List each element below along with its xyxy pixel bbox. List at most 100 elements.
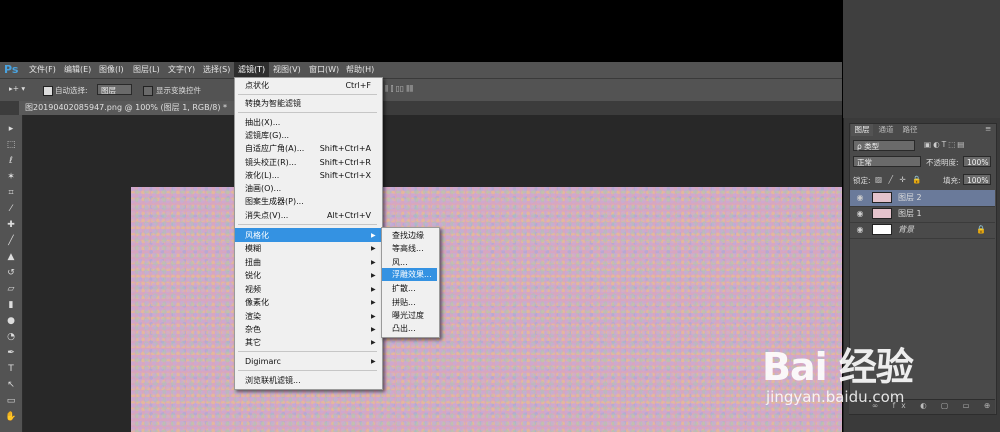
blur-tool-icon[interactable]: ●	[3, 314, 19, 328]
submenu-arrow-icon: ▶	[371, 245, 376, 252]
menu-separator	[238, 351, 377, 352]
stylize-tiles[interactable]: 拼贴...	[392, 296, 416, 309]
stylize-find-edges[interactable]: 查找边缘	[392, 229, 424, 242]
menu-help[interactable]: 帮助(H)	[346, 62, 374, 78]
visibility-eye-icon[interactable]: ◉	[855, 206, 865, 222]
stamp-tool-icon[interactable]: ▲	[3, 250, 19, 264]
document-tab[interactable]: 图20190402085947.png @ 100% (图层 1, RGB/8)…	[19, 101, 237, 115]
layer-row-1[interactable]: ◉ 图层 1	[850, 206, 995, 223]
dodge-tool-icon[interactable]: ◔	[3, 330, 19, 344]
filter-item-oil-paint[interactable]: 油画(O)...	[245, 182, 281, 195]
stylize-emboss[interactable]: 浮雕效果...	[392, 268, 432, 281]
filter-item-extract[interactable]: 抽出(X)...	[245, 116, 280, 129]
filter-item-pixelate[interactable]: 像素化	[245, 296, 269, 309]
marquee-tool-icon[interactable]: ⬚	[3, 138, 19, 152]
filter-item-distort[interactable]: 扭曲	[245, 256, 261, 269]
filter-item-lens-correction[interactable]: 镜头校正(R)...	[245, 156, 296, 169]
submenu-arrow-icon: ▶	[371, 358, 376, 365]
visibility-eye-icon[interactable]: ◉	[855, 190, 865, 206]
panel-menu-icon[interactable]: ≡	[985, 124, 991, 133]
filter-item-last-filter[interactable]: 点状化	[245, 79, 269, 92]
shortcut: Ctrl+F	[345, 81, 371, 90]
show-transform-checkbox[interactable]	[143, 86, 153, 96]
filter-item-gallery[interactable]: 滤镜库(G)...	[245, 129, 289, 142]
tab-channels[interactable]: 通道	[875, 124, 897, 136]
auto-select-label: 自动选择:	[55, 86, 88, 95]
path-select-icon[interactable]: ↖	[3, 378, 19, 392]
menu-type[interactable]: 文字(Y)	[168, 62, 195, 78]
fill-field[interactable]: 100%	[963, 174, 991, 185]
opacity-field[interactable]: 100%	[963, 156, 991, 167]
lock-label: 锁定:	[853, 176, 871, 185]
menu-file[interactable]: 文件(F)	[29, 62, 56, 78]
right-panel-top	[843, 0, 1000, 118]
auto-select-dropdown[interactable]: 图层	[97, 84, 132, 95]
stylize-diffuse[interactable]: 扩散...	[392, 282, 416, 295]
crop-tool-icon[interactable]: ⌗	[3, 186, 19, 200]
baidu-watermark: Bai 经验	[762, 345, 914, 389]
layer-filter-icons[interactable]: ▣◐T⬚▤	[924, 140, 966, 149]
magic-wand-icon[interactable]: ✶	[3, 170, 19, 184]
filter-item-liquify[interactable]: 液化(L)...	[245, 169, 279, 182]
brush-tool-icon[interactable]: ╱	[3, 234, 19, 248]
type-tool-icon[interactable]: T	[3, 362, 19, 376]
move-tool-icon[interactable]: ▸+ ▾	[9, 84, 25, 93]
menu-layer[interactable]: 图层(L)	[133, 62, 160, 78]
submenu-arrow-icon: ▶	[371, 326, 376, 333]
filter-item-smart-filter[interactable]: 转换为智能滤镜	[245, 97, 301, 110]
layer-thumbnail	[872, 208, 892, 219]
align-icons[interactable]: ⫼ ⫿ ▯▯ ⫼⫼	[385, 84, 413, 94]
tab-layers[interactable]: 图层	[851, 124, 873, 136]
eyedropper-icon[interactable]: ⁄	[3, 202, 19, 216]
layer-name: 背景	[898, 225, 914, 234]
layer-filter-dropdown[interactable]: ρ 类型	[853, 140, 915, 151]
blend-mode-dropdown[interactable]: 正常	[853, 156, 921, 167]
filter-item-browse-online[interactable]: 浏览联机滤镜...	[245, 374, 301, 387]
stylize-extrude[interactable]: 凸出...	[392, 322, 416, 335]
tab-paths[interactable]: 路径	[899, 124, 921, 136]
eraser-tool-icon[interactable]: ▱	[3, 282, 19, 296]
gradient-tool-icon[interactable]: ▮	[3, 298, 19, 312]
filter-item-render[interactable]: 渲染	[245, 310, 261, 323]
layer-row-2[interactable]: ◉ 图层 2	[850, 190, 995, 207]
move-tool-icon[interactable]: ▸	[3, 122, 19, 136]
hand-tool-icon[interactable]: ✋	[3, 410, 19, 424]
menu-separator	[238, 370, 377, 371]
stylize-solarize[interactable]: 曝光过度	[392, 309, 424, 322]
filter-item-stylize[interactable]: 风格化	[245, 229, 269, 242]
visibility-eye-icon[interactable]: ◉	[855, 222, 865, 238]
menu-filter[interactable]: 滤镜(T)	[234, 62, 270, 78]
menu-view[interactable]: 视图(V)	[273, 62, 301, 78]
menu-edit[interactable]: 编辑(E)	[64, 62, 91, 78]
history-brush-icon[interactable]: ↺	[3, 266, 19, 280]
filter-item-pattern-maker[interactable]: 图案生成器(P)...	[245, 195, 304, 208]
filter-item-noise[interactable]: 杂色	[245, 323, 261, 336]
lasso-tool-icon[interactable]: ℓ	[3, 154, 19, 168]
pen-tool-icon[interactable]: ✒	[3, 346, 19, 360]
healing-brush-icon[interactable]: ✚	[3, 218, 19, 232]
stylize-contour[interactable]: 等高线...	[392, 242, 424, 255]
filter-item-other[interactable]: 其它	[245, 336, 261, 349]
auto-select-checkbox[interactable]	[43, 86, 53, 96]
opacity-label: 不透明度:	[926, 158, 959, 167]
menu-separator	[238, 112, 377, 113]
menu-separator	[238, 224, 377, 225]
filter-item-vanishing-point[interactable]: 消失点(V)...	[245, 209, 288, 222]
filter-item-blur[interactable]: 模糊	[245, 242, 261, 255]
lock-icon: 🔒	[976, 225, 986, 234]
layer-thumbnail	[872, 192, 892, 203]
filter-item-video[interactable]: 视频	[245, 283, 261, 296]
layer-name: 图层 2	[898, 193, 922, 202]
submenu-arrow-icon: ▶	[371, 272, 376, 279]
filter-item-sharpen[interactable]: 锐化	[245, 269, 261, 282]
filter-item-digimarc[interactable]: Digimarc	[245, 355, 281, 368]
watermark-url: jingyan.baidu.com	[766, 388, 905, 406]
menu-image[interactable]: 图像(I)	[99, 62, 124, 78]
layer-row-background[interactable]: ◉ 背景 🔒	[850, 222, 995, 239]
menu-select[interactable]: 选择(S)	[203, 62, 230, 78]
shortcut: Shift+Ctrl+A	[319, 144, 371, 153]
filter-item-adaptive-wide-angle[interactable]: 自适应广角(A)...	[245, 142, 304, 155]
shape-tool-icon[interactable]: ▭	[3, 394, 19, 408]
lock-icons[interactable]: ▨ ╱ ✛ 🔒	[875, 175, 923, 184]
menu-window[interactable]: 窗口(W)	[309, 62, 339, 78]
